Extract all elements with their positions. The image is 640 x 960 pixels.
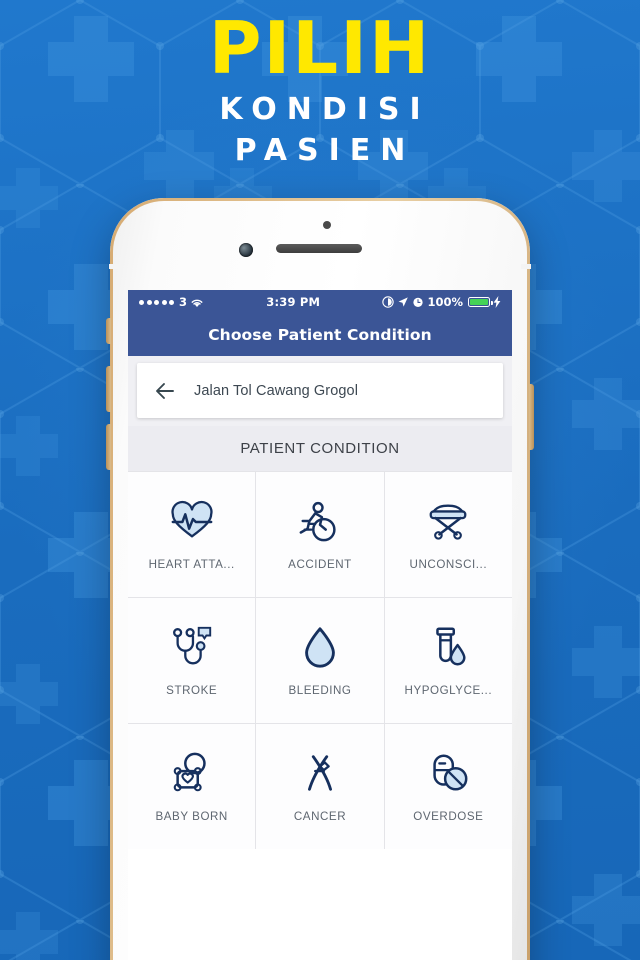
headline-line-1: PILIH <box>208 6 432 90</box>
condition-cell-hypoglycemia[interactable]: HYPOGLYCE... <box>384 598 512 723</box>
antenna-band-right <box>521 264 531 269</box>
condition-cell-heart-attack[interactable]: HEART ATTA... <box>128 472 256 597</box>
condition-label: STROKE <box>166 684 218 697</box>
phone-mockup: 3 3:39 PM 100% Choose Patient Condition … <box>106 198 534 960</box>
condition-label: HYPOGLYCE... <box>404 684 493 697</box>
phone-screen: 3 3:39 PM 100% Choose Patient Condition … <box>128 290 512 960</box>
condition-label: BLEEDING <box>288 684 352 697</box>
section-header: PATIENT CONDITION <box>128 426 512 471</box>
condition-label: CANCER <box>293 810 347 823</box>
proximity-sensor <box>323 221 331 229</box>
condition-cell-unconscious[interactable]: UNCONSCI... <box>384 472 512 597</box>
test-tube-icon <box>436 627 466 666</box>
antenna-band-left <box>109 264 119 269</box>
condition-cell-baby-born[interactable]: BABY BORN <box>128 724 256 849</box>
carrier-label: 3 <box>179 295 188 309</box>
silent-switch[interactable] <box>106 318 111 344</box>
poster-headline: PILIH KONDISI PASIEN <box>0 6 640 171</box>
pills-icon <box>433 754 468 791</box>
earpiece-speaker <box>276 244 362 253</box>
address-value[interactable]: Jalan Tol Cawang Grogol <box>194 383 358 399</box>
front-camera <box>239 243 253 257</box>
location-arrow-icon <box>399 297 409 307</box>
baby-rattle-icon <box>173 752 206 792</box>
status-bar-time: 3:39 PM <box>266 295 321 309</box>
signal-strength-dots <box>139 299 174 305</box>
condition-label: OVERDOSE <box>413 810 484 823</box>
battery-percent-label: 100% <box>427 295 463 309</box>
heart-pulse-icon <box>171 500 213 538</box>
page-title: Choose Patient Condition <box>208 326 432 344</box>
section-header-label: PATIENT CONDITION <box>240 440 400 457</box>
condition-cell-cancer[interactable]: CANCER <box>256 724 384 849</box>
stethoscope-icon <box>172 626 211 665</box>
battery-full-icon <box>468 297 493 307</box>
wifi-icon <box>191 299 203 307</box>
condition-label: ACCIDENT <box>288 558 352 571</box>
volume-down-button[interactable] <box>106 424 111 470</box>
condition-label: HEART ATTA... <box>148 558 235 571</box>
back-arrow-icon[interactable] <box>153 379 177 403</box>
headline-line-2: KONDISI <box>219 92 431 128</box>
condition-cell-overdose[interactable]: OVERDOSE <box>384 724 512 849</box>
condition-cell-bleeding[interactable]: BLEEDING <box>256 598 384 723</box>
awareness-ribbon-icon <box>308 755 332 791</box>
status-bar: 3 3:39 PM 100% <box>128 290 512 314</box>
patient-condition-grid: HEART ATTA... ACCIDENT UNCONSCI... STROK… <box>128 471 512 849</box>
condition-cell-accident[interactable]: ACCIDENT <box>256 472 384 597</box>
app-bar: Choose Patient Condition <box>128 314 512 356</box>
poster-canvas: PILIH KONDISI PASIEN 3 3:39 PM 100% Choo… <box>0 0 640 960</box>
power-button[interactable] <box>529 384 534 450</box>
search-section: Jalan Tol Cawang Grogol <box>128 356 512 426</box>
volume-up-button[interactable] <box>106 366 111 412</box>
lightning-bolt-icon <box>493 296 501 308</box>
stretcher-icon <box>429 504 467 540</box>
rotation-lock-icon <box>382 296 395 308</box>
status-bar-left: 3 <box>139 295 204 309</box>
condition-label: BABY BORN <box>155 810 228 823</box>
status-bar-right: 100% <box>382 295 501 309</box>
blood-drop-icon <box>305 627 335 668</box>
empty-content-area <box>128 849 512 960</box>
wheelchair-icon <box>299 501 336 542</box>
condition-cell-stroke[interactable]: STROKE <box>128 598 256 723</box>
alarm-clock-icon <box>413 297 424 307</box>
headline-line-3: PASIEN <box>234 132 416 168</box>
address-search-card[interactable]: Jalan Tol Cawang Grogol <box>137 363 503 418</box>
condition-label: UNCONSCI... <box>409 558 488 571</box>
